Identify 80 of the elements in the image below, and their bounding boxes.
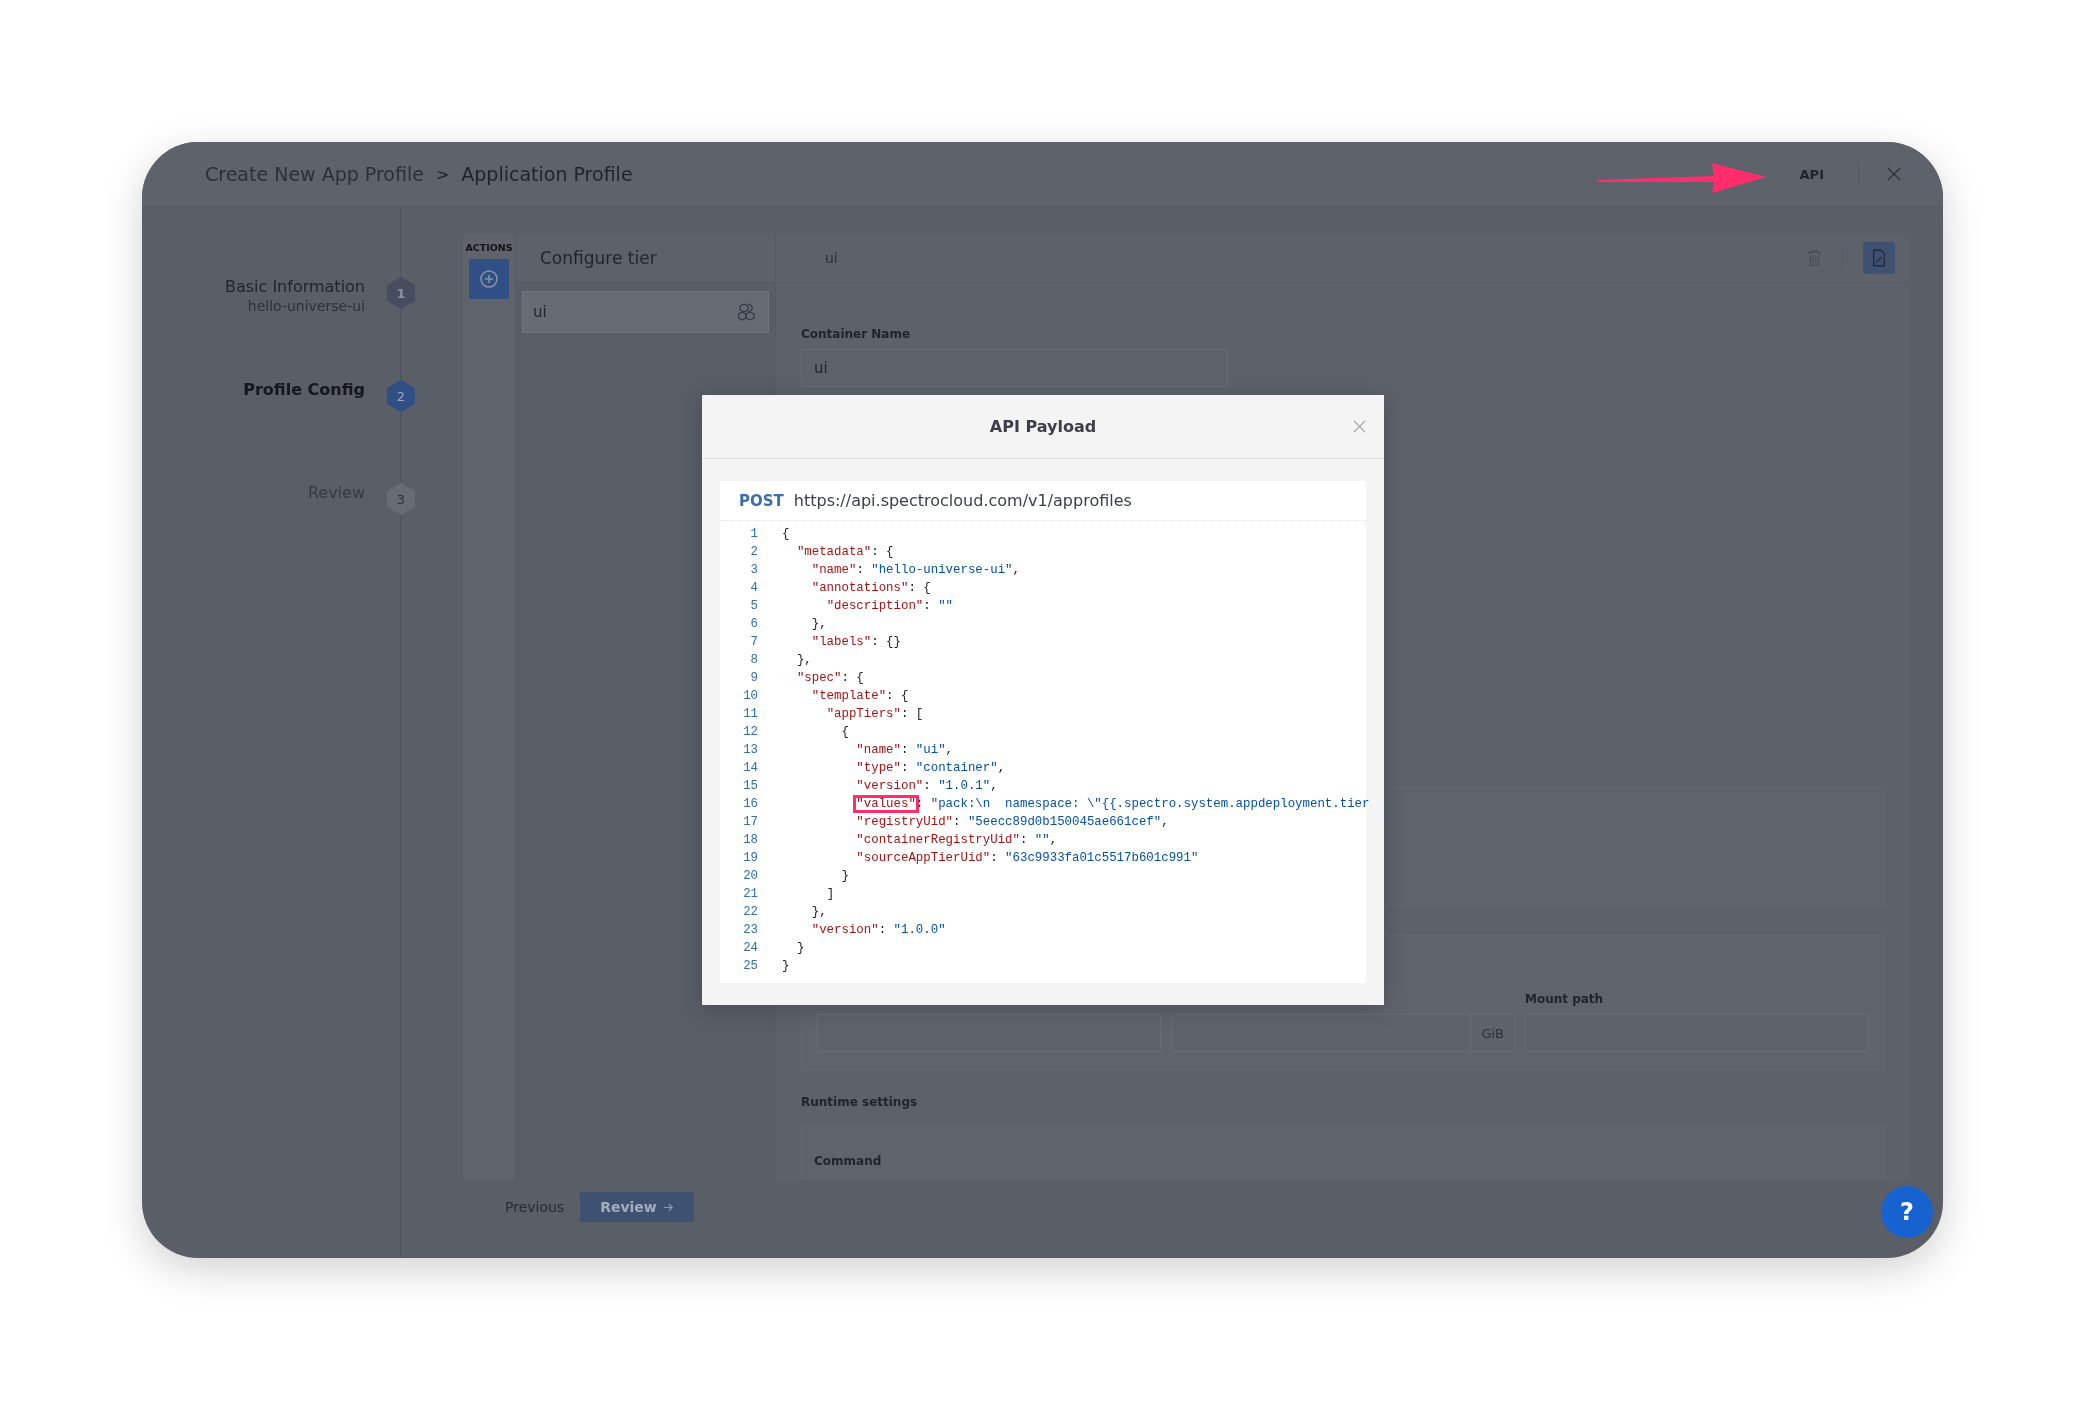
code-line: }, [810,616,828,633]
document-icon [1872,249,1886,267]
close-icon[interactable] [1353,420,1366,433]
line-number: 16 [742,796,758,813]
line-number: 24 [742,940,758,957]
code-line: ] [825,886,836,903]
line-number: 6 [749,616,758,633]
code-line: "version": "1.0.0" [810,922,947,939]
http-method: POST [739,491,784,510]
page-title: Application Profile [461,163,633,185]
plus-circle-icon [479,269,499,289]
code-line: "annotations": { [810,580,932,597]
document-button[interactable] [1863,242,1895,274]
step-number-badge: 3 [387,483,415,515]
request-url: https://api.spectrocloud.com/v1/approfiles [793,491,1132,510]
line-number: 10 [742,688,758,705]
tier-name: ui [533,303,547,321]
modal-title: API Payload [989,417,1097,436]
step-title[interactable]: Basic Information [224,277,365,296]
code-line: "labels": {} [810,634,902,651]
line-number: 4 [749,580,758,597]
line-number: 12 [742,724,758,741]
line-number: 14 [742,760,758,777]
line-number: 19 [742,850,758,867]
code-line: }, [795,652,813,669]
line-number: 5 [749,598,758,615]
line-number: 17 [742,814,758,831]
line-number: 23 [742,922,758,939]
line-number: 2 [749,544,758,561]
arrow-right-icon [662,1201,674,1213]
code-line: } [840,868,850,885]
field-label: Mount path [1525,992,1605,1006]
line-number: 13 [742,742,758,759]
breadcrumb-separator: > [435,164,450,184]
code-line: } [781,958,791,975]
panel-title: Configure tier [540,248,657,268]
code-line: "sourceAppTierUid": "63c9933fa01c5517b601c991" [855,850,1200,867]
code-line: "template": { [810,688,910,705]
close-icon[interactable] [1885,165,1903,183]
code-line: "metadata": { [795,544,895,561]
code-line: "description": "" [825,598,955,615]
code-line: { [840,724,850,741]
line-number: 21 [742,886,758,903]
code-line: "spec": { [795,670,865,687]
code-line: "registryUid": "5eecc89d0b150045ae661cef", [855,814,1170,831]
code-line: "name": "hello-universe-ui", [810,562,1021,579]
code-line: "version": "1.0.1", [855,778,999,795]
line-number: 8 [749,652,758,669]
line-number: 25 [742,958,758,975]
code-line: "values": "pack:\n namespace: \"{{.spectro.system.appdeployment.tier [778,795,1374,813]
help-button[interactable]: ? [1881,1186,1933,1238]
line-number: 1 [749,526,758,543]
line-number: 15 [742,778,758,795]
tier-item[interactable]: ui [522,291,769,333]
field-label: Command [814,1154,882,1168]
step-number-badge: 2 [387,380,415,412]
step-title[interactable]: Profile Config [243,380,365,399]
code-line: "containerRegistryUid": "", [855,832,1059,849]
code-line: "appTiers": [ [825,706,925,723]
step-number-badge: 1 [387,277,415,309]
code-line: { [781,526,791,543]
line-number: 9 [749,670,758,687]
container-name-field[interactable]: ui [801,349,1228,387]
code-line: } [795,940,806,957]
code-line: "name": "ui", [855,742,955,759]
actions-label: ACTIONS [465,242,513,253]
review-button[interactable]: Review [580,1192,694,1222]
line-number: 22 [742,904,758,921]
cubes-icon [738,303,758,321]
line-number: 20 [742,868,758,885]
add-tier-button[interactable] [469,259,509,299]
code-line: }, [810,904,828,921]
code-line: "type": "container", [855,760,1007,777]
line-number: 18 [742,832,758,849]
line-number: 11 [742,706,758,723]
section-label: Runtime settings [801,1095,919,1109]
line-number: 7 [749,634,758,651]
api-button[interactable]: API [1791,162,1832,186]
line-number: 3 [749,562,758,579]
field-label: Container Name [801,327,912,341]
